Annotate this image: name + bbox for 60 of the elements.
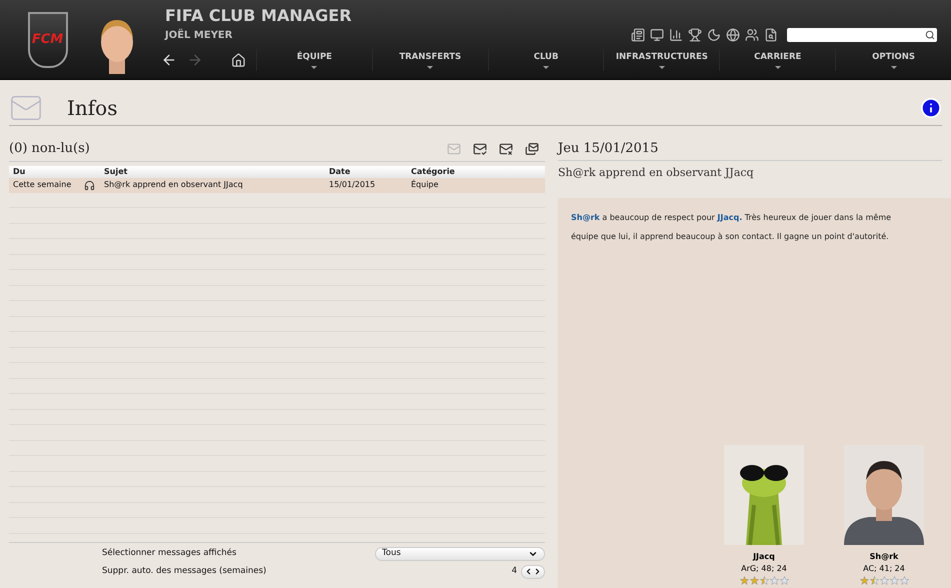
app-title: FIFA CLUB MANAGER: [165, 6, 352, 26]
message-body: Sh@rk a beaucoup de respect pour JJacq. Très heureux de jouer dans la même équipe que lui, il apprend beaucoup à son contact. Il gagne un point d'autorité.: [570, 212, 892, 243]
filter-label: Sélectionner messages affichés: [102, 547, 236, 560]
star-icon: [770, 576, 778, 585]
trophy-icon[interactable]: [688, 28, 702, 42]
star-icon: [760, 576, 768, 585]
decrease-icon[interactable]: [524, 567, 533, 576]
search-field[interactable]: [787, 28, 937, 42]
info-icon[interactable]: [920, 96, 942, 118]
nav-tab[interactable]: ÉQUIPE: [256, 49, 372, 71]
club-logo: FCM: [28, 12, 68, 68]
page-title: Infos: [67, 94, 118, 122]
bar-chart-icon[interactable]: [669, 28, 683, 42]
message-date: Jeu 15/01/2015: [558, 139, 942, 160]
table-cell-text: Sh@rk apprend en observant JJacq: [103, 179, 244, 191]
mail-delete-icon[interactable]: [499, 142, 513, 156]
mails-icon[interactable]: [525, 142, 539, 156]
star-icon: [750, 576, 758, 585]
document-search-icon[interactable]: [764, 28, 778, 42]
table-cell-text: 15/01/2015: [328, 179, 376, 191]
message-row[interactable]: Cette semaine Sh@rk apprend en observant JJacq 15/01/2015 Équipe: [9, 178, 545, 192]
search-icon: [925, 30, 935, 40]
table-cell-text: Équipe: [410, 179, 440, 191]
player-name: Sh@rk: [870, 551, 898, 563]
auto-delete-value: 4: [512, 565, 517, 578]
people-icon[interactable]: [745, 28, 759, 42]
column-header[interactable]: Du: [9, 166, 81, 178]
star-icon: [860, 576, 868, 585]
column-header[interactable]: Sujet: [100, 166, 325, 178]
nav-tab[interactable]: TRANSFERTS: [372, 49, 488, 71]
screen-icon[interactable]: [650, 28, 664, 42]
stepper[interactable]: [521, 564, 545, 578]
headset-icon: [84, 180, 95, 190]
column-header[interactable]: Date: [325, 166, 407, 178]
star-icon: [870, 576, 878, 585]
globe-icon[interactable]: [726, 28, 740, 42]
player-info: AC; 41; 24: [863, 563, 905, 575]
home-icon[interactable]: [231, 52, 246, 68]
player-name: JJacq: [753, 551, 775, 563]
moon-icon[interactable]: [707, 28, 721, 42]
auto-delete-label: Suppr. auto. des messages (semaines): [102, 565, 266, 578]
nav-tab[interactable]: INFRASTRUCTURES: [603, 49, 720, 71]
mail-check-icon[interactable]: [473, 142, 487, 156]
nav-tab[interactable]: OPTIONS: [835, 49, 951, 71]
player-info: ArG; 48; 24: [741, 563, 787, 575]
table-cell-text: Cette semaine: [12, 179, 72, 191]
star-icon: [900, 576, 908, 585]
nav-tab[interactable]: CLUB: [488, 49, 604, 71]
message-subject: Sh@rk apprend en observant JJacq: [558, 164, 755, 180]
star-icon: [880, 576, 888, 585]
star-icon: [780, 576, 788, 585]
star-icon: [740, 576, 748, 585]
newspaper-icon[interactable]: [631, 28, 645, 42]
manager-name: JOËL MEYER: [165, 28, 234, 43]
unread-count: (0) non-lu(s): [9, 140, 90, 158]
nav-tab[interactable]: CARRIERE: [719, 49, 836, 71]
star-icon: [890, 576, 898, 585]
increase-icon[interactable]: [533, 567, 542, 576]
filter-dropdown[interactable]: Tous: [375, 546, 545, 560]
column-header[interactable]: Catégorie: [407, 166, 545, 178]
